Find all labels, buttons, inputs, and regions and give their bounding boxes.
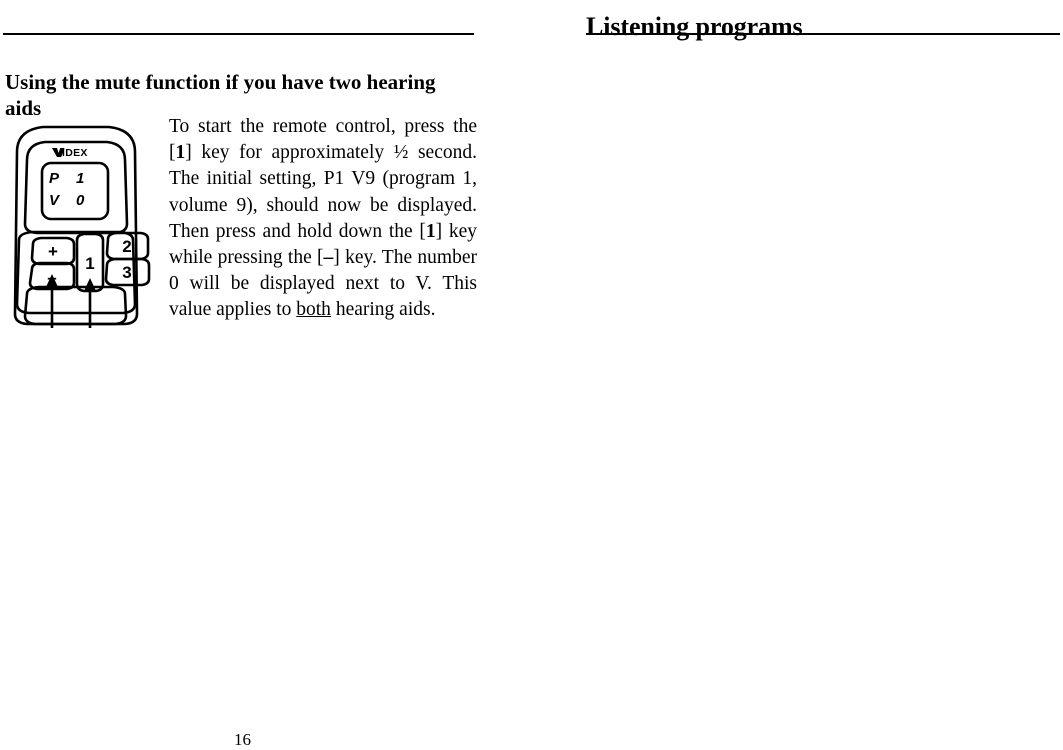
arrow-head-one xyxy=(84,278,96,291)
left-page-number: 16 xyxy=(234,730,251,749)
lcd-volume-label: V xyxy=(49,192,61,209)
lcd-program-value: 1 xyxy=(76,170,84,187)
left-body-paragraph: To start the remote control, press the [… xyxy=(169,114,477,324)
left-page-header-rule xyxy=(3,33,474,35)
right-page-header-rule xyxy=(586,33,1060,35)
lcd-program-label: P xyxy=(49,170,60,187)
remote-bottom-lip xyxy=(23,285,128,326)
svg-text:IDEX: IDEX xyxy=(62,147,88,159)
left-page: Using the mute function if you have two … xyxy=(3,0,477,750)
key-glyph-one: 1 xyxy=(85,254,94,273)
keycap-minus: – xyxy=(323,247,334,269)
remote-control-mute-svg: IDEX P 1 V 0 + – 1 2 3 xyxy=(13,125,151,328)
page-spread: Using the mute function if you have two … xyxy=(0,0,1063,750)
right-chapter-heading: Listening programs xyxy=(586,12,803,42)
remote-lcd-readout: P 1 V 0 xyxy=(49,170,85,209)
widex-logo-icon: IDEX xyxy=(52,147,88,159)
key-glyph-plus: + xyxy=(48,242,58,261)
left-section-heading-text: Using the mute function if you have two … xyxy=(5,70,436,121)
right-page: Listening programs xyxy=(586,0,1060,750)
seg: hearing aids. xyxy=(330,299,436,321)
keycap-one: 1 xyxy=(175,142,186,164)
key-glyph-three: 3 xyxy=(122,263,131,282)
emphasis-both: both xyxy=(296,299,331,321)
keycap-one: 1 xyxy=(425,220,436,242)
key-glyph-two: 2 xyxy=(122,237,131,256)
callout-arrows xyxy=(46,274,96,328)
lcd-volume-value: 0 xyxy=(76,192,85,209)
left-remote-figure: IDEX P 1 V 0 + – 1 2 3 xyxy=(5,118,167,333)
